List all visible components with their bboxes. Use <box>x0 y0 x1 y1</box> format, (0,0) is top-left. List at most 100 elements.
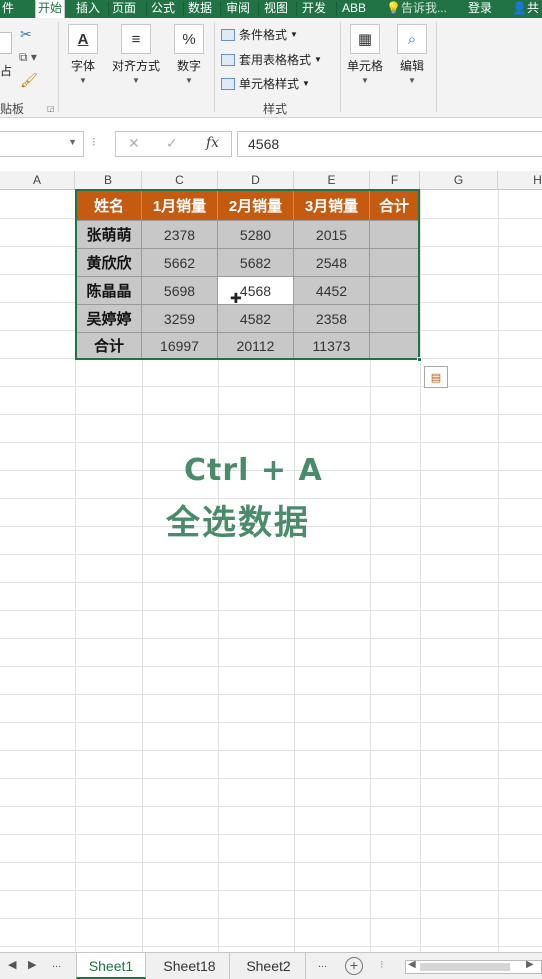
scroll-right-icon[interactable]: ▶ <box>28 958 36 971</box>
tab-formulas[interactable]: 公式 <box>149 0 177 18</box>
table-cell[interactable]: 3259 <box>142 305 218 333</box>
table-cell[interactable]: 合计 <box>77 333 142 358</box>
table-cell[interactable]: 吴婷婷 <box>77 305 142 333</box>
row-gridline <box>0 890 542 891</box>
row-gridline <box>0 638 542 639</box>
more-sheets-left[interactable]: ... <box>52 958 61 970</box>
table-cell[interactable]: 2358 <box>294 305 370 333</box>
table-cell[interactable]: 16997 <box>142 333 218 358</box>
column-header-f[interactable]: F <box>370 171 420 190</box>
header-total[interactable]: 合计 <box>370 191 418 221</box>
row-gridline <box>0 862 542 863</box>
row-gridline <box>0 722 542 723</box>
insert-function-icon[interactable]: fx <box>206 135 219 151</box>
tab-data[interactable]: 数据 <box>186 0 214 18</box>
column-header-d[interactable]: D <box>218 171 294 190</box>
enter-icon[interactable]: ✓ <box>166 135 178 152</box>
table-cell[interactable]: 5280 <box>218 221 294 249</box>
header-mar[interactable]: 3月销量 <box>294 191 370 221</box>
tab-abb[interactable]: ABB <box>340 0 368 18</box>
row-gridline <box>0 946 542 947</box>
sign-in-button[interactable]: 登录 <box>466 0 494 18</box>
number-format-button[interactable]: % 数字 ▼ <box>170 24 208 85</box>
tab-insert[interactable]: 插入 <box>74 0 102 18</box>
table-cell[interactable]: 5682 <box>218 249 294 277</box>
scrollbar-thumb[interactable] <box>420 963 510 971</box>
column-header-g[interactable]: G <box>420 171 498 190</box>
chevron-down-icon[interactable]: ▼ <box>68 137 77 147</box>
tab-view[interactable]: 视图 <box>262 0 290 18</box>
paste-icon[interactable] <box>0 32 12 54</box>
conditional-format-icon <box>221 28 235 41</box>
add-sheet-button[interactable]: + <box>345 957 363 975</box>
column-header-b[interactable]: B <box>75 171 142 190</box>
cells-icon: ▦ <box>350 24 380 54</box>
header-feb[interactable]: 2月销量 <box>218 191 294 221</box>
copy-icon[interactable]: ⧉ ▾ <box>19 50 37 65</box>
table-cell[interactable] <box>370 305 418 333</box>
table-cell[interactable] <box>370 221 418 249</box>
horizontal-scrollbar[interactable]: ◀ ▶ <box>405 959 542 974</box>
scroll-left-icon[interactable]: ◀ <box>8 958 16 971</box>
tab-page-layout[interactable]: 页面 <box>110 0 138 18</box>
column-header-a[interactable]: A <box>0 171 75 190</box>
table-cell[interactable]: 5698 <box>142 277 218 305</box>
sheet-tab-sheet18[interactable]: Sheet18 <box>150 953 230 979</box>
column-header-h[interactable]: H <box>498 171 542 190</box>
scroll-right-arrow-icon[interactable]: ▶ <box>526 959 534 970</box>
table-cell[interactable]: 2015 <box>294 221 370 249</box>
table-cell[interactable]: 4582 <box>218 305 294 333</box>
overlay-shortcut-text: Ctrl + A <box>184 453 323 488</box>
table-cell[interactable]: 4452 <box>294 277 370 305</box>
tab-developer[interactable]: 开发 <box>300 0 328 18</box>
fill-handle[interactable] <box>417 357 422 362</box>
more-sheets-right[interactable]: ... <box>318 958 327 970</box>
cell-cursor-icon: ✚ <box>230 290 242 306</box>
table-cell[interactable]: 5662 <box>142 249 218 277</box>
excel-window: 件 开始 插入 页面 公式 数据 审阅 视图 开发 ABB 💡告诉我... 登录… <box>0 0 542 979</box>
sheet-tab-sheet1[interactable]: Sheet1 <box>76 953 146 979</box>
table-cell[interactable]: 20112 <box>218 333 294 358</box>
dialog-launcher-icon[interactable]: ◲ <box>47 104 55 113</box>
column-header-c[interactable]: C <box>142 171 218 190</box>
cells-button[interactable]: ▦ 单元格 ▼ <box>344 24 386 85</box>
header-name[interactable]: 姓名 <box>77 191 142 221</box>
cancel-icon[interactable]: ✕ <box>128 135 140 152</box>
table-cell[interactable]: 陈晶晶 <box>77 277 142 305</box>
table-cell[interactable]: 2378 <box>142 221 218 249</box>
cell-style-icon <box>221 77 235 90</box>
paste-label: 占 <box>0 64 13 78</box>
chevron-down-icon: ▼ <box>408 76 416 85</box>
format-painter-icon[interactable]: 🖌 <box>20 72 38 89</box>
scroll-left-arrow-icon[interactable]: ◀ <box>408 959 416 970</box>
alignment-button[interactable]: ≡ 对齐方式 ▼ <box>108 24 164 85</box>
table-cell[interactable] <box>370 249 418 277</box>
table-cell[interactable] <box>370 333 418 358</box>
cut-icon[interactable]: ✂ <box>20 26 32 43</box>
editing-button[interactable]: ⌕ 编辑 ▼ <box>394 24 430 85</box>
table-cell[interactable]: 2548 <box>294 249 370 277</box>
table-cell[interactable]: 张萌萌 <box>77 221 142 249</box>
name-box[interactable]: ▼ <box>0 131 84 157</box>
tab-file[interactable]: 件 <box>0 0 16 18</box>
row-gridline <box>0 806 542 807</box>
share-button[interactable]: 👤共 <box>510 0 541 18</box>
sheet-tab-sheet2[interactable]: Sheet2 <box>232 953 306 979</box>
table-cell[interactable]: 黄欣欣 <box>77 249 142 277</box>
tell-me-search[interactable]: 💡告诉我... <box>384 0 449 18</box>
header-jan[interactable]: 1月销量 <box>142 191 218 221</box>
table-cell[interactable]: 11373 <box>294 333 370 358</box>
chevron-down-icon: ▼ <box>132 76 140 85</box>
table-cell[interactable] <box>370 277 418 305</box>
formula-bar-resize-handle[interactable]: ⁝ <box>92 135 96 149</box>
tab-home[interactable]: 开始 <box>35 0 66 18</box>
conditional-format-button[interactable]: 条件格式 ▼ <box>221 26 298 43</box>
font-button[interactable]: A 字体 ▼ <box>64 24 102 85</box>
format-as-table-button[interactable]: 套用表格格式 ▼ <box>221 51 322 68</box>
formula-input[interactable]: 4568 <box>237 131 542 157</box>
tab-review[interactable]: 审阅 <box>224 0 252 18</box>
quick-analysis-icon[interactable]: ▤ <box>424 366 448 388</box>
column-header-e[interactable]: E <box>294 171 370 190</box>
cell-styles-button[interactable]: 单元格样式 ▼ <box>221 75 310 92</box>
worksheet-grid[interactable]: A B C D E F G H 姓名 1月销量 2月销量 3月销量 合计 张萌萌… <box>0 171 542 952</box>
